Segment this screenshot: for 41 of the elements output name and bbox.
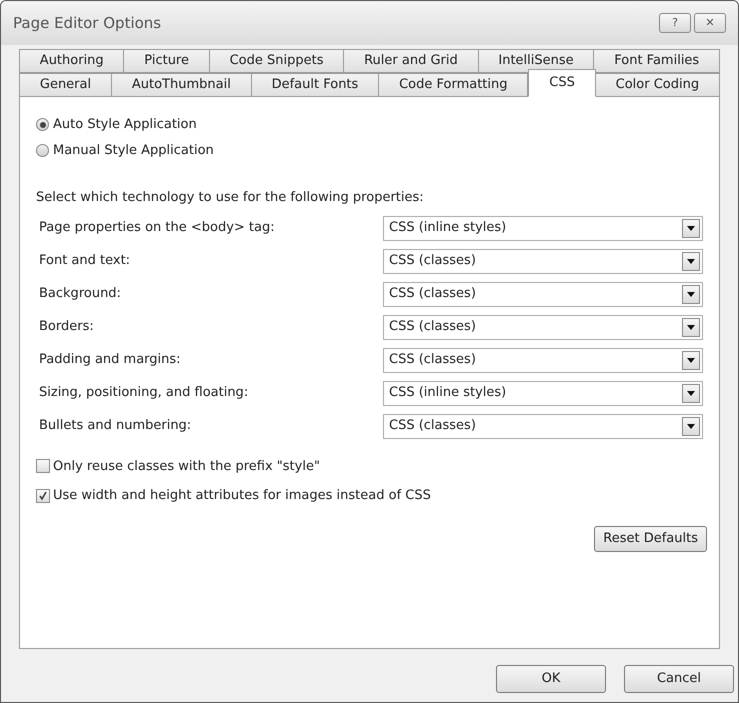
tab[interactable]: Ruler and Grid	[344, 49, 479, 73]
property-label: Page properties on the <body> tag:	[38, 219, 276, 238]
dropdown[interactable]: CSS (inline styles)	[383, 380, 703, 406]
radio-button[interactable]	[36, 144, 49, 157]
ok-button[interactable]: OK	[496, 665, 606, 693]
property-label: Sizing, positioning, and floating:	[38, 384, 250, 402]
dropdown[interactable]: CSS (classes)	[383, 282, 703, 306]
dropdown[interactable]: CSS (classes)	[383, 414, 703, 438]
close-button[interactable]: ✕	[694, 13, 726, 33]
radio-label: Auto Style Application	[53, 116, 197, 134]
property-label: Padding and margins:	[38, 351, 182, 370]
radio-label: Manual Style Application	[53, 142, 214, 160]
property-label: Bullets and numbering:	[38, 417, 192, 436]
tab[interactable]: Code Snippets	[210, 49, 344, 73]
tab[interactable]: Default Fonts	[252, 73, 380, 97]
tab[interactable]: Authoring	[19, 49, 124, 73]
reset-defaults-button[interactable]: Reset Defaults	[594, 526, 707, 552]
checkbox[interactable]	[36, 459, 50, 474]
dropdown[interactable]: CSS (inline styles)	[383, 216, 703, 240]
section-heading: Select which technology to use for the following properties:	[36, 189, 424, 207]
dropdown[interactable]: CSS (classes)	[383, 314, 703, 340]
dropdown[interactable]: CSS (classes)	[383, 248, 703, 274]
help-button[interactable]: ?	[659, 13, 691, 33]
tab[interactable]: Color Coding	[596, 73, 720, 97]
property-label: Borders:	[38, 318, 95, 336]
window-title: Page Editor Options	[13, 12, 162, 34]
checkbox-label: Only reuse classes with the prefix "style"	[53, 458, 320, 476]
dropdown[interactable]: CSS (classes)	[383, 348, 703, 372]
tab[interactable]: CSS	[528, 69, 596, 97]
checkbox[interactable]	[36, 488, 50, 503]
checkbox-label: Use width and height attributes for images instead of CSS	[53, 487, 431, 505]
tab[interactable]: Picture	[124, 49, 210, 73]
tab[interactable]: General	[19, 73, 112, 97]
cancel-button[interactable]: Cancel	[624, 665, 734, 693]
property-label: Background:	[38, 285, 122, 304]
tab[interactable]: Font Families	[594, 49, 720, 73]
tab[interactable]: Code Formatting	[379, 73, 528, 97]
tab[interactable]: IntelliSense	[478, 49, 594, 73]
radio-button[interactable]	[36, 118, 49, 132]
property-label: Font and text:	[38, 252, 132, 270]
tab[interactable]: AutoThumbnail	[112, 73, 252, 97]
